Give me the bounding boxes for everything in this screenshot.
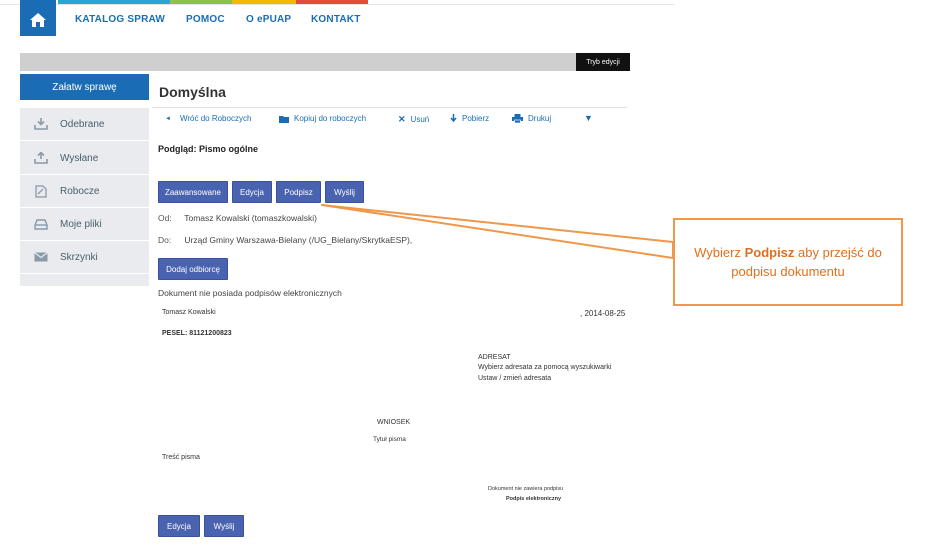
callout-text-before: Wybierz <box>694 245 745 260</box>
callout-text-bold: Podpisz <box>744 245 795 260</box>
callout-text: Wybierz Podpisz aby przejść do podpisu d… <box>675 243 901 281</box>
callout-box: Wybierz Podpisz aby przejść do podpisu d… <box>673 218 903 306</box>
